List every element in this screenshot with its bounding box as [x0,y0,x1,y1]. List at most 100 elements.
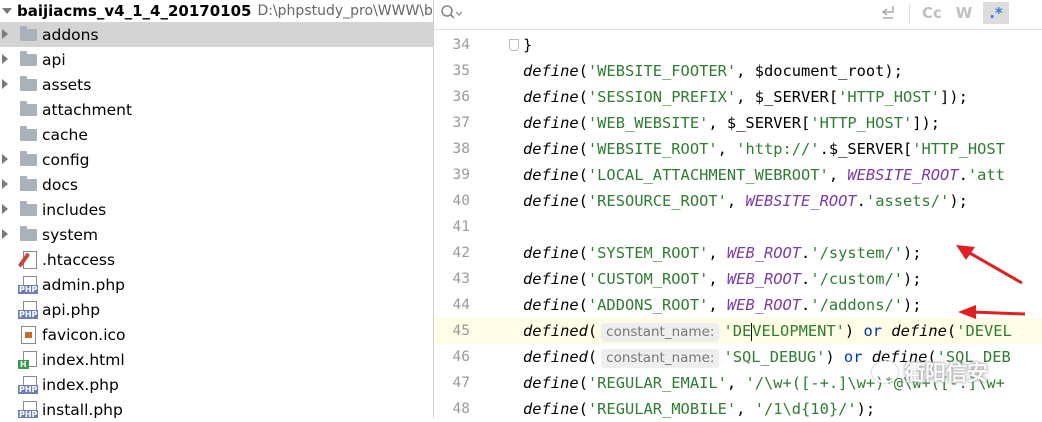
match-case-toggle[interactable]: Cc [918,2,946,24]
tree-item-favicon-ico[interactable]: favicon.ico [0,322,433,347]
tree-item-config[interactable]: config [0,147,433,172]
tree-item-label: addons [42,25,99,44]
new-line-icon[interactable] [879,3,897,25]
project-tree: baijiacms_v4_1_4_20170105 D:\phpstudy_pr… [0,0,434,418]
code-token: ( [578,400,588,418]
fold-icon[interactable] [509,39,519,51]
regex-toggle[interactable]: .* [983,2,1009,24]
search-input[interactable] [466,3,870,25]
chevron-right-icon[interactable] [2,229,8,239]
code-text: define('LOCAL_ATTACHMENT_WEBROOT', WEBSI… [523,162,1005,188]
tree-item-addons[interactable]: addons [0,22,433,47]
tree-item-install-php[interactable]: PHP install.php [0,397,433,418]
code-token: WEB_ROOT [726,296,802,314]
code-line[interactable]: 42 define('SYSTEM_ROOT', WEB_ROOT.'/syste… [434,240,1042,266]
chevron-right-icon[interactable] [2,54,8,64]
code-line[interactable]: 48 define('REGULAR_MOBILE', '/1\d{10}/'); [434,396,1042,422]
code-token: 'WEBSITE_FOOTER' [587,62,737,80]
tree-item-docs[interactable]: docs [0,172,433,197]
folder-icon [20,76,37,91]
line-number: 40 [452,193,470,209]
tree-item-index-html[interactable]: Hindex.html [0,347,433,372]
search-icon[interactable] [440,4,463,26]
code-line[interactable]: 37 define('WEB_WEBSITE', $_SERVER['HTTP_H… [434,110,1042,136]
folder-icon [20,126,37,141]
tree-item-attachment[interactable]: attachment [0,97,433,122]
tree-item-label: docs [42,175,78,194]
code-text: define('CUSTOM_ROOT', WEB_ROOT.'/custom/… [523,266,922,292]
code-token: 'DE [723,322,752,340]
chevron-right-icon[interactable] [2,79,8,89]
code-token: or [843,348,863,366]
code-token: ( [578,140,588,158]
code-token: . [801,270,811,288]
code-line[interactable]: 40 define('RESOURCE_ROOT', WEBSITE_ROOT.'… [434,188,1042,214]
chevron-right-icon[interactable] [2,179,8,189]
code-text: define('WEBSITE_ROOT', 'http://'.$_SERVE… [523,136,1005,162]
code-text: define('REGULAR_MOBILE', '/1\d{10}/'); [523,396,875,422]
tree-item-assets[interactable]: assets [0,72,433,97]
line-number: 35 [452,63,470,79]
code-line[interactable]: 43 define('CUSTOM_ROOT', WEB_ROOT.'/custo… [434,266,1042,292]
code-line[interactable]: 34} [434,32,1042,58]
code-token: define [523,114,579,132]
code-token: WEBSITE_ROOT [745,192,857,210]
code-line[interactable]: 39 define('LOCAL_ATTACHMENT_WEBROOT', WEB… [434,162,1042,188]
tree-item-includes[interactable]: includes [0,197,433,222]
code-line[interactable]: 45 defined(constant_name: 'DEVELOPMENT') o… [434,318,1042,344]
tree-item-api[interactable]: api [0,47,433,72]
line-number: 36 [452,89,470,105]
code-line[interactable]: 36 define('SESSION_PREFIX', $_SERVER['HTT… [434,84,1042,110]
chevron-right-icon[interactable] [2,204,8,214]
code-token: define [523,374,579,392]
code-line[interactable]: 35 define('WEBSITE_FOOTER', $document_roo… [434,58,1042,84]
code-line[interactable]: 44 define('ADDONS_ROOT', WEB_ROOT.'/addon… [434,292,1042,318]
php-tag: PHP [18,285,39,294]
tree-root-row[interactable]: baijiacms_v4_1_4_20170105 D:\phpstudy_pr… [0,0,433,22]
code-token: VELOPMENT' [752,322,845,340]
find-bar: Cc W .* [434,0,1042,30]
chevron-down-icon[interactable] [2,8,12,14]
code-text: } [523,32,532,58]
code-token: define [523,400,579,418]
code-token: '/system/' [810,244,903,262]
code-line[interactable]: 41 [434,214,1042,240]
code-token: ( [578,270,588,288]
code-token: , [736,400,755,418]
tree-item-admin-php[interactable]: PHP admin.php [0,272,433,297]
tree-item-index-php[interactable]: PHP index.php [0,372,433,397]
parameter-hint: constant_name: [601,323,720,342]
code-token: , [726,374,746,392]
code-token: ( [587,322,598,340]
code-token: , $_SERVER[ [708,114,811,132]
line-number: 34 [452,37,470,53]
whole-word-toggle[interactable]: W [952,2,976,24]
project-name: baijiacms_v4_1_4_20170105 [17,2,252,20]
tree-item-label: api [42,50,66,69]
wechat-icon [872,361,898,383]
chevron-right-icon[interactable] [2,154,8,164]
chevron-right-icon[interactable] [2,29,8,39]
folder-icon [20,226,37,241]
code-token: , [708,244,727,262]
tree-item-label: includes [42,200,107,219]
code-token: ); [949,192,968,210]
tree-item-api-php[interactable]: PHP api.php [0,297,433,322]
line-number: 46 [452,349,470,365]
code-token: , $_SERVER[ [736,88,839,106]
code-token: , [708,270,727,288]
config-file-icon [17,251,37,269]
code-token: .$_SERVER[ [819,140,913,158]
tree-item-htaccess[interactable]: .htaccess [0,247,433,272]
code-token: ( [946,322,957,340]
code-token: 'att [967,166,1005,184]
php-tag: PHP [18,385,39,394]
tree-item-cache[interactable]: cache [0,122,433,147]
code-token: 'assets/' [865,192,950,210]
code-token: 'CUSTOM_ROOT' [587,270,709,288]
folder-icon [20,201,37,216]
code-token: 'SYSTEM_ROOT' [587,244,709,262]
tree-item-system[interactable]: system [0,222,433,247]
code-line[interactable]: 38 define('WEBSITE_ROOT', 'http://'.$_SER… [434,136,1042,162]
code-token: ]); [912,114,941,132]
